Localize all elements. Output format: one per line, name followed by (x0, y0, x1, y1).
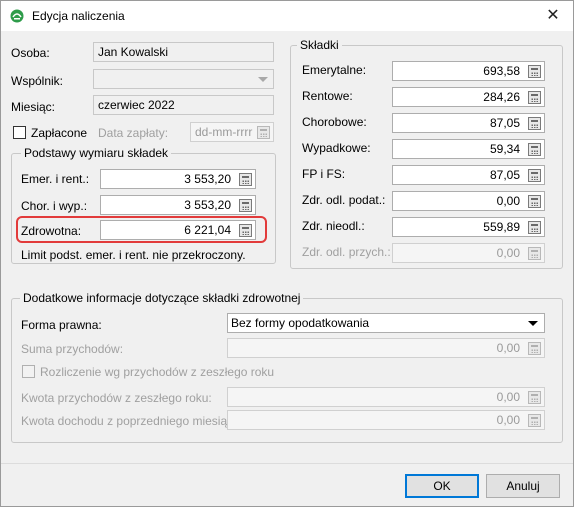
emerytalne-field[interactable]: 693,58 (392, 61, 545, 81)
dodatkowe-group-title: Dodatkowe informacje dotyczące składki z… (20, 291, 304, 305)
calculator-icon[interactable] (239, 224, 252, 237)
calculator-icon (528, 342, 541, 355)
chor-wyp-label: Chor. i wyp.: (21, 199, 88, 213)
close-icon: ✕ (546, 7, 560, 24)
calculator-icon[interactable] (528, 221, 541, 234)
zdr-odl-przych-label: Zdr. odl. przych.: (302, 245, 391, 259)
zdrowotna-label: Zdrowotna: (21, 224, 82, 238)
zdr-nieodl-label: Zdr. nieodl.: (302, 219, 365, 233)
kwota-dochodu-field: 0,00 (227, 410, 545, 430)
data-zaplaty-field: dd-mm-rrrr (190, 122, 274, 142)
emerytalne-label: Emerytalne: (302, 63, 367, 77)
forma-prawna-label: Forma prawna: (21, 318, 102, 332)
calculator-icon[interactable] (239, 199, 252, 212)
calculator-icon[interactable] (528, 65, 541, 78)
osoba-field: Jan Kowalski (93, 42, 274, 62)
wypadkowe-label: Wypadkowe: (302, 141, 371, 155)
kwota-przychodow-field: 0,00 (227, 387, 545, 407)
wspolnik-label: Wspólnik: (11, 74, 64, 88)
zdr-odl-przych-field: 0,00 (392, 243, 545, 263)
window-title: Edycja naliczenia (32, 9, 125, 23)
dialog-window: Edycja naliczenia ✕ Osoba: Jan Kowalski … (0, 0, 574, 507)
rentowe-label: Rentowe: (302, 89, 353, 103)
zdr-odl-podat-field[interactable]: 0,00 (392, 191, 545, 211)
wspolnik-dropdown[interactable] (93, 69, 274, 89)
app-logo-icon (10, 9, 24, 23)
close-button[interactable]: ✕ (539, 3, 567, 29)
calculator-icon[interactable] (528, 195, 541, 208)
chevron-down-icon (528, 321, 538, 326)
calculator-icon[interactable] (528, 91, 541, 104)
limit-note: Limit podst. emer. i rent. nie przekrocz… (21, 248, 246, 262)
osoba-label: Osoba: (11, 46, 50, 60)
miesiac-field: czerwiec 2022 (93, 95, 274, 115)
dialog-footer: OK Anuluj (1, 463, 573, 506)
zdrowotna-field[interactable]: 6 221,04 (100, 220, 256, 240)
calculator-icon[interactable] (528, 143, 541, 156)
cancel-button[interactable]: Anuluj (486, 474, 560, 498)
skladki-group-title: Składki (297, 38, 342, 52)
rentowe-field[interactable]: 284,26 (392, 87, 545, 107)
chevron-down-icon (258, 77, 268, 82)
fp-fs-label: FP i FS: (302, 167, 346, 181)
calculator-icon[interactable] (239, 173, 252, 186)
podstawy-group-title: Podstawy wymiaru składek (21, 146, 172, 160)
forma-prawna-dropdown[interactable]: Bez formy opodatkowania (227, 313, 545, 333)
zdr-nieodl-field[interactable]: 559,89 (392, 217, 545, 237)
emer-rent-label: Emer. i rent.: (21, 172, 90, 186)
emer-rent-field[interactable]: 3 553,20 (100, 169, 256, 189)
miesiac-label: Miesiąc: (11, 100, 56, 114)
zaplacone-label: Zapłacone (31, 126, 88, 140)
calculator-icon (528, 414, 541, 427)
wypadkowe-field[interactable]: 59,34 (392, 139, 545, 159)
calculator-icon[interactable] (528, 169, 541, 182)
rozliczenie-label: Rozliczenie wg przychodów z zeszłego rok… (40, 365, 275, 379)
ok-button[interactable]: OK (405, 474, 479, 498)
calculator-icon (528, 391, 541, 404)
calculator-icon[interactable] (528, 117, 541, 130)
data-zaplaty-label: Data zapłaty: (98, 126, 169, 140)
suma-przychodow-label: Suma przychodów: (21, 342, 124, 356)
title-bar: Edycja naliczenia ✕ (1, 1, 573, 31)
chor-wyp-field[interactable]: 3 553,20 (100, 195, 256, 215)
calendar-icon (257, 126, 270, 139)
kwota-dochodu-label: Kwota dochodu z poprzedniego miesiąca: (21, 414, 244, 428)
rozliczenie-checkbox (22, 365, 35, 378)
chorobowe-label: Chorobowe: (302, 115, 367, 129)
calculator-icon (528, 247, 541, 260)
kwota-przychodow-label: Kwota przychodów z zeszłego roku: (21, 391, 212, 405)
suma-przychodow-field: 0,00 (227, 338, 545, 358)
zdr-odl-podat-label: Zdr. odl. podat.: (302, 193, 386, 207)
zaplacone-checkbox[interactable] (13, 126, 26, 139)
fp-fs-field[interactable]: 87,05 (392, 165, 545, 185)
chorobowe-field[interactable]: 87,05 (392, 113, 545, 133)
